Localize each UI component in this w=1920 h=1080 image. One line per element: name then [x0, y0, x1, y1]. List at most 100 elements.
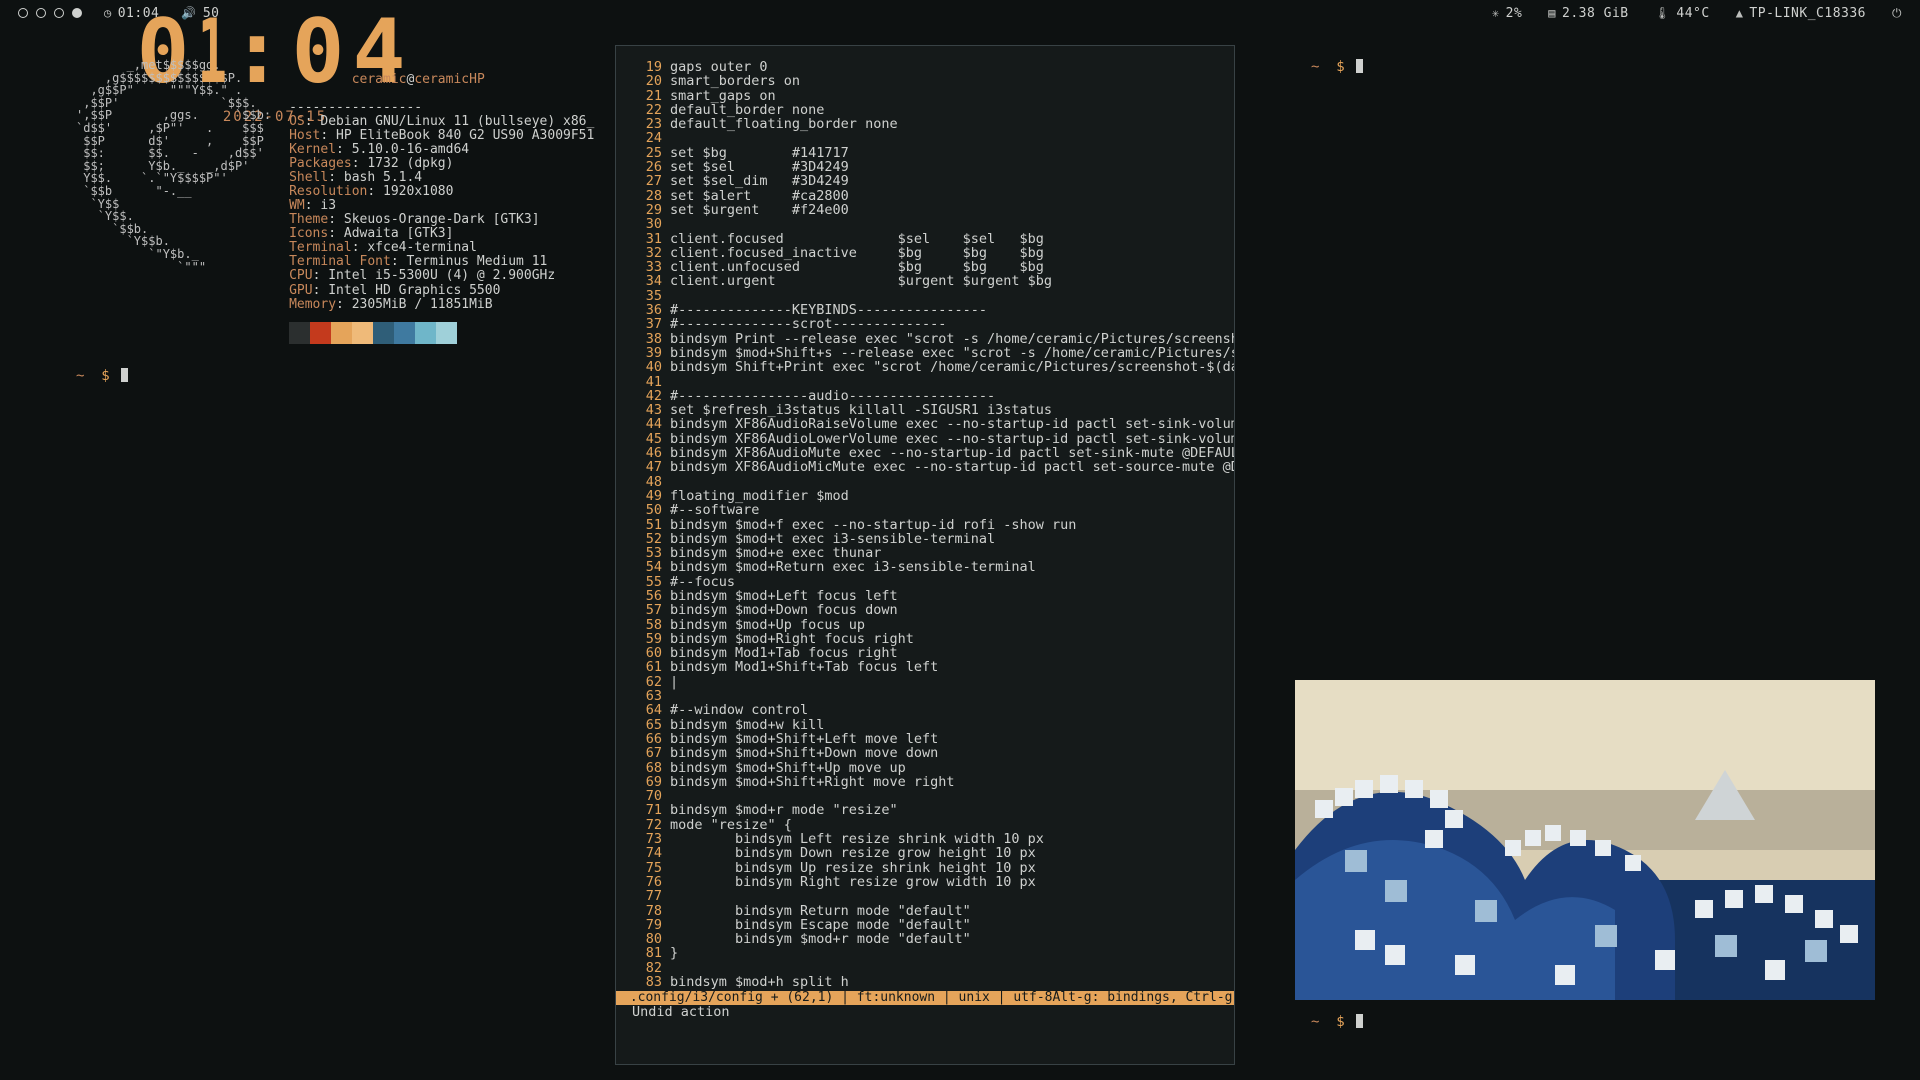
- bar-wifi-value: TP-LINK_C18336: [1749, 6, 1866, 21]
- editor-line[interactable]: 34client.urgent $urgent $urgent $bg: [632, 274, 1218, 288]
- editor-line[interactable]: 19gaps outer 0: [632, 60, 1218, 74]
- terminal-right-bottom[interactable]: ~ $: [1295, 1000, 1875, 1046]
- editor-statusline: .config/i3/config + (62,1) | ft:unknown …: [616, 991, 1234, 1005]
- editor-line[interactable]: 65bindsym $mod+w kill: [632, 718, 1218, 732]
- terminal-neofetch[interactable]: _,met$$$$$gg. ,g$$$$$$$$$$$$$$$P. ,g$$P"…: [60, 45, 610, 385]
- workspace-dot[interactable]: [36, 8, 46, 18]
- line-text: bindsym XF86AudioMicMute exec --no-start…: [670, 459, 1235, 475]
- editor-line[interactable]: 40bindsym Shift+Print exec "scrot /home/…: [632, 360, 1218, 374]
- editor-line[interactable]: 61bindsym Mod1+Shift+Tab focus left: [632, 660, 1218, 674]
- bar-power[interactable]: ⏻: [1892, 6, 1902, 21]
- editor-line[interactable]: 66bindsym $mod+Shift+Left move left: [632, 732, 1218, 746]
- editor-line[interactable]: 36#--------------KEYBINDS---------------…: [632, 303, 1218, 317]
- editor-line[interactable]: 45bindsym XF86AudioLowerVolume exec --no…: [632, 432, 1218, 446]
- cpu-icon: ✳: [1492, 6, 1500, 20]
- editor-line[interactable]: 71bindsym $mod+r mode "resize": [632, 803, 1218, 817]
- editor-line[interactable]: 31client.focused $sel $sel $bg: [632, 232, 1218, 246]
- editor-line[interactable]: 59bindsym $mod+Right focus right: [632, 632, 1218, 646]
- image-viewer[interactable]: [1295, 680, 1875, 1000]
- editor-line[interactable]: 79 bindsym Escape mode "default": [632, 918, 1218, 932]
- editor-line[interactable]: 58bindsym $mod+Up focus up: [632, 618, 1218, 632]
- editor-line[interactable]: 53bindsym $mod+e exec thunar: [632, 546, 1218, 560]
- editor-line[interactable]: 44bindsym XF86AudioRaiseVolume exec --no…: [632, 417, 1218, 431]
- editor-line[interactable]: 51bindsym $mod+f exec --no-startup-id ro…: [632, 518, 1218, 532]
- editor-line[interactable]: 77: [632, 889, 1218, 903]
- editor-line[interactable]: 39bindsym $mod+Shift+s --release exec "s…: [632, 346, 1218, 360]
- neofetch-row: Theme: Skeuos-Orange-Dark [GTK3]: [289, 213, 594, 227]
- editor-line[interactable]: 28set $alert #ca2800: [632, 189, 1218, 203]
- power-icon[interactable]: ⏻: [1892, 6, 1902, 21]
- editor-line[interactable]: 56bindsym $mod+Left focus left: [632, 589, 1218, 603]
- line-number: 37: [632, 317, 662, 331]
- editor-line[interactable]: 24: [632, 131, 1218, 145]
- editor-line[interactable]: 60bindsym Mod1+Tab focus right: [632, 646, 1218, 660]
- editor-content[interactable]: 19gaps outer 020smart_borders on21smart_…: [632, 60, 1218, 989]
- editor-line[interactable]: 68bindsym $mod+Shift+Up move up: [632, 761, 1218, 775]
- line-number: 60: [632, 646, 662, 660]
- editor-line[interactable]: 83bindsym $mod+h split h: [632, 975, 1218, 989]
- bar-clock-value: 01:04: [118, 6, 160, 21]
- editor-line[interactable]: 32client.focused_inactive $bg $bg $bg: [632, 246, 1218, 260]
- editor-line[interactable]: 37#--------------scrot--------------: [632, 317, 1218, 331]
- editor-line[interactable]: 38bindsym Print --release exec "scrot -s…: [632, 332, 1218, 346]
- editor-line[interactable]: 47bindsym XF86AudioMicMute exec --no-sta…: [632, 460, 1218, 474]
- editor-line[interactable]: 30: [632, 217, 1218, 231]
- editor-line[interactable]: 74 bindsym Down resize grow height 10 px: [632, 846, 1218, 860]
- editor-line[interactable]: 33client.unfocused $bg $bg $bg: [632, 260, 1218, 274]
- workspace-dot[interactable]: [18, 8, 28, 18]
- line-text: bindsym $mod+h split h: [670, 974, 849, 990]
- editor-line[interactable]: 57bindsym $mod+Down focus down: [632, 603, 1218, 617]
- prompt-symbol: $: [101, 368, 109, 384]
- terminal-right-top[interactable]: ~ $: [1295, 45, 1875, 655]
- workspace-dot[interactable]: [54, 8, 64, 18]
- text-editor[interactable]: 19gaps outer 020smart_borders on21smart_…: [615, 45, 1235, 1065]
- editor-line[interactable]: 49floating_modifier $mod: [632, 489, 1218, 503]
- editor-line[interactable]: 55#--focus: [632, 575, 1218, 589]
- editor-line[interactable]: 41: [632, 375, 1218, 389]
- editor-line[interactable]: 62|: [632, 675, 1218, 689]
- shell-prompt[interactable]: ~ $: [76, 368, 594, 384]
- line-number: 55: [632, 575, 662, 589]
- line-number: 22: [632, 103, 662, 117]
- editor-line[interactable]: 82: [632, 961, 1218, 975]
- editor-line[interactable]: 46bindsym XF86AudioMute exec --no-startu…: [632, 446, 1218, 460]
- editor-line[interactable]: 64#--window control: [632, 703, 1218, 717]
- editor-line[interactable]: 26set $sel #3D4249: [632, 160, 1218, 174]
- editor-line[interactable]: 78 bindsym Return mode "default": [632, 904, 1218, 918]
- editor-line[interactable]: 70: [632, 789, 1218, 803]
- shell-prompt[interactable]: ~ $: [1311, 59, 1859, 75]
- editor-line[interactable]: 42#----------------audio----------------…: [632, 389, 1218, 403]
- editor-line[interactable]: 22default_border none: [632, 103, 1218, 117]
- editor-line[interactable]: 25set $bg #141717: [632, 146, 1218, 160]
- editor-line[interactable]: 73 bindsym Left resize shrink width 10 p…: [632, 832, 1218, 846]
- editor-line[interactable]: 69bindsym $mod+Shift+Right move right: [632, 775, 1218, 789]
- line-number: 19: [632, 60, 662, 74]
- editor-line[interactable]: 52bindsym $mod+t exec i3-sensible-termin…: [632, 532, 1218, 546]
- line-number: 49: [632, 489, 662, 503]
- line-number: 46: [632, 446, 662, 460]
- editor-line[interactable]: 29set $urgent #f24e00: [632, 203, 1218, 217]
- editor-line[interactable]: 80 bindsym $mod+r mode "default": [632, 932, 1218, 946]
- editor-line[interactable]: 67bindsym $mod+Shift+Down move down: [632, 746, 1218, 760]
- editor-line[interactable]: 81}: [632, 946, 1218, 960]
- editor-line[interactable]: 23default_floating_border none: [632, 117, 1218, 131]
- editor-line[interactable]: 54bindsym $mod+Return exec i3-sensible-t…: [632, 560, 1218, 574]
- line-number: 31: [632, 232, 662, 246]
- editor-line[interactable]: 72mode "resize" {: [632, 818, 1218, 832]
- editor-line[interactable]: 35: [632, 289, 1218, 303]
- workspace-dot[interactable]: [72, 8, 82, 18]
- workspace-indicator[interactable]: [18, 8, 82, 18]
- editor-line[interactable]: 21smart_gaps on: [632, 89, 1218, 103]
- shell-prompt[interactable]: ~ $: [1311, 1014, 1859, 1030]
- editor-line[interactable]: 20smart_borders on: [632, 74, 1218, 88]
- editor-line[interactable]: 63: [632, 689, 1218, 703]
- editor-line[interactable]: 27set $sel_dim #3D4249: [632, 174, 1218, 188]
- editor-line[interactable]: 75 bindsym Up resize shrink height 10 px: [632, 861, 1218, 875]
- line-number: 74: [632, 846, 662, 860]
- bar-temp: 🌡 44°C: [1655, 6, 1710, 21]
- editor-line[interactable]: 50#--software: [632, 503, 1218, 517]
- editor-line[interactable]: 76 bindsym Right resize grow width 10 px: [632, 875, 1218, 889]
- editor-line[interactable]: 43set $refresh_i3status killall -SIGUSR1…: [632, 403, 1218, 417]
- prompt-cwd: ~: [1311, 1014, 1319, 1030]
- editor-line[interactable]: 48: [632, 475, 1218, 489]
